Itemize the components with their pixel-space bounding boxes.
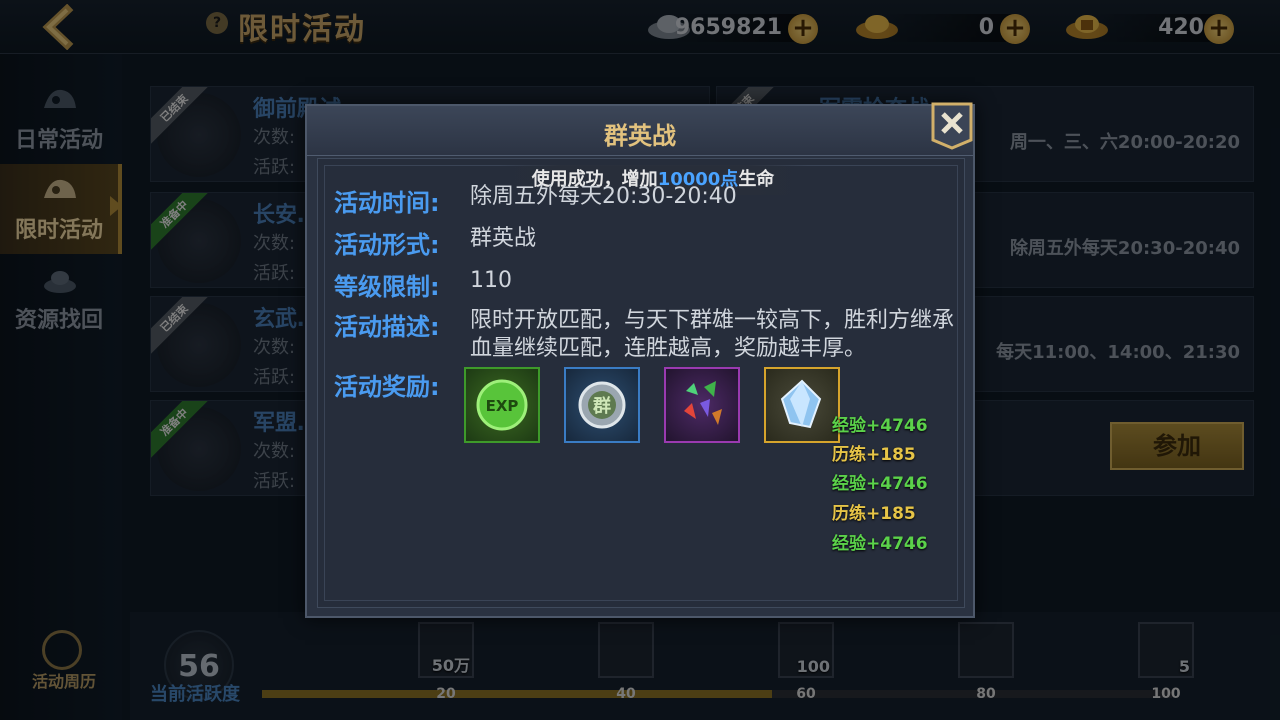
info-label: 活动奖励:: [334, 373, 440, 401]
close-button[interactable]: [931, 102, 973, 150]
float-reward-text: 历练+185: [832, 504, 916, 524]
info-label: 活动形式:: [334, 231, 440, 259]
info-value: 限时开放匹配，与天下群雄一较高下，胜利方继承血量继续匹配，连胜越高，奖励越丰厚。: [470, 308, 955, 361]
reward-gem-item[interactable]: [664, 367, 740, 443]
info-value: 群英战: [470, 226, 537, 251]
reward-crystal-item[interactable]: [764, 367, 840, 443]
svg-text:群: 群: [593, 395, 611, 417]
float-reward-text: 历练+185: [832, 445, 916, 465]
group-token-icon: 群: [578, 381, 626, 429]
float-reward-text: 经验+4746: [832, 416, 928, 436]
info-label: 活动时间:: [334, 189, 440, 217]
exp-orb-icon: EXP: [476, 379, 528, 431]
reward-token-item[interactable]: 群: [564, 367, 640, 443]
info-label: 活动描述:: [334, 313, 440, 341]
info-label: 等级限制:: [334, 273, 440, 301]
close-icon: [931, 102, 973, 150]
info-value: 除周五外每天20:30-20:40: [470, 184, 737, 209]
float-reward-text: 经验+4746: [832, 474, 928, 494]
info-value: 110: [470, 268, 512, 293]
svg-text:EXP: EXP: [486, 397, 519, 415]
dialog-title: 群英战: [604, 122, 676, 150]
float-reward-text: 经验+4746: [832, 534, 928, 554]
crystal-icon: [780, 379, 822, 429]
gem-pack-icon: [684, 381, 722, 425]
dialog-header: 群英战: [307, 106, 973, 156]
reward-exp-item[interactable]: EXP: [464, 367, 540, 443]
